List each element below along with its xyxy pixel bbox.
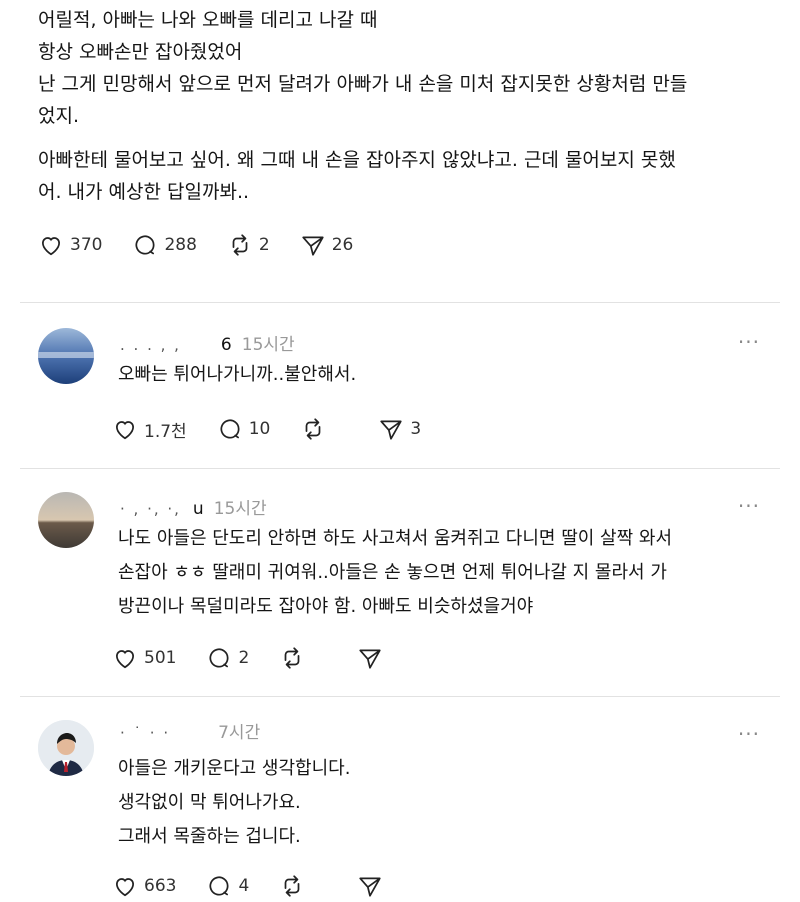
send-icon [302, 236, 324, 256]
repost-count: 2 [258, 235, 270, 255]
username-blurred[interactable]: · , ·, ·, [120, 500, 181, 518]
comment-count: 2 [238, 648, 250, 668]
like-count: 370 [70, 235, 103, 255]
comment-count: 288 [164, 235, 197, 255]
heart-icon [116, 878, 134, 897]
share-count: 26 [331, 235, 354, 255]
post-body: 어릴적, 아빠는 나와 오빠를 데리고 나갈 때 항상 오빠손만 잡아줬었어 난… [38, 4, 778, 208]
like-count: 501 [144, 648, 177, 668]
post-line: 었지. [38, 105, 79, 127]
comment-bubble-icon [220, 419, 240, 439]
send-icon [359, 649, 381, 669]
avatar[interactable] [38, 492, 94, 548]
repost-icon [232, 234, 248, 256]
like-button[interactable]: 370 [38, 232, 102, 258]
repost-button[interactable]: 2 [227, 232, 270, 258]
post-line: 아빠한테 물어보고 싶어. 왜 그때 내 손을 잡아주지 않았냐고. 근데 물어… [38, 149, 676, 171]
post-actions: 370 288 2 26 [38, 232, 383, 258]
like-count: 663 [144, 876, 177, 896]
reply-line: 아들은 개키운다고 생각합니다. [118, 758, 351, 779]
reply-actions: 501 2 [112, 645, 419, 671]
username-blurred[interactable]: . . . , , [120, 336, 181, 354]
comment-button[interactable]: 288 [132, 232, 197, 258]
reply-body: 아들은 개키운다고 생각합니다. 생각없이 막 튀어나가요. 그래서 목줄하는 … [118, 752, 768, 854]
repost-icon [284, 875, 300, 897]
repost-icon [284, 647, 300, 669]
post-line: 항상 오빠손만 잡아줬었어 [38, 41, 243, 63]
comment-count: 10 [248, 419, 271, 439]
heart-icon [116, 650, 134, 669]
post-line: 어릴적, 아빠는 나와 오빠를 데리고 나갈 때 [38, 9, 378, 31]
more-dots-icon[interactable]: ··· [738, 330, 760, 354]
comment-bubble-icon [209, 876, 229, 896]
like-button[interactable]: 501 [112, 645, 176, 671]
more-dots-icon[interactable]: ··· [738, 494, 760, 518]
reply-line: 방끈이나 목덜미라도 잡아야 함. 아빠도 비슷하셨을거야 [118, 596, 534, 617]
reply-line: 손잡아 ㅎㅎ 딸래미 귀여워..아들은 손 놓으면 언제 튀어나갈 지 몰라서 … [118, 562, 667, 583]
username-suffix[interactable]: 6 [221, 335, 232, 355]
like-button[interactable]: 1.7천 [112, 416, 187, 442]
reply-line: 생각없이 막 튀어나가요. [118, 792, 301, 813]
comment-count: 4 [238, 876, 250, 896]
comment-button[interactable]: 10 [217, 416, 271, 442]
heart-icon [42, 237, 60, 256]
like-count: 1.7천 [144, 421, 187, 442]
divider [20, 696, 780, 697]
avatar-image [38, 720, 94, 776]
share-button[interactable]: 26 [300, 232, 354, 258]
reply-line: 그래서 목줄하는 겁니다. [118, 826, 301, 847]
comment-button[interactable]: 2 [206, 645, 249, 671]
reply-line: 나도 아들은 단도리 안하면 하도 사고쳐서 움켜쥐고 다니면 딸이 살짝 와서 [118, 528, 673, 549]
reply-body: 오빠는 튀어나가니까..불안해서. [118, 358, 768, 392]
send-icon [359, 877, 381, 897]
share-button[interactable]: 3 [378, 416, 421, 442]
reply-line: 오빠는 튀어나가니까..불안해서. [118, 364, 357, 385]
repost-button[interactable] [300, 416, 332, 442]
post-line: 어. 내가 예상한 답일까봐.. [38, 181, 250, 203]
comment-button[interactable]: 4 [206, 873, 249, 899]
repost-button[interactable] [279, 645, 311, 671]
repost-icon [305, 418, 321, 440]
avatar-image [38, 328, 94, 384]
reply-actions: 663 4 [112, 873, 419, 899]
heart-icon [116, 421, 134, 440]
comment-bubble-icon [209, 648, 229, 668]
share-button[interactable] [357, 645, 389, 671]
divider [20, 302, 780, 303]
more-dots-icon[interactable]: ··· [738, 722, 760, 746]
reply-meta: . . . , , 6 15시간 [120, 330, 295, 355]
send-icon [380, 420, 402, 440]
divider [20, 468, 780, 469]
comment-bubble-icon [135, 235, 155, 255]
reply-time: 7시간 [218, 723, 261, 743]
reply-actions: 1.7천 10 3 [112, 416, 451, 442]
avatar[interactable] [38, 328, 94, 384]
avatar-image [38, 492, 94, 548]
reply-meta: · ˙ · · 7시간 [120, 718, 260, 743]
post-line: 난 그게 민망해서 앞으로 먼저 달려가 아빠가 내 손을 미처 잡지못한 상황… [38, 73, 688, 95]
reply-time: 15시간 [241, 335, 295, 355]
username-blurred[interactable]: · ˙ · · [120, 724, 170, 742]
reply-time: 15시간 [213, 499, 267, 519]
reply-body: 나도 아들은 단도리 안하면 하도 사고쳐서 움켜쥐고 다니면 딸이 살짝 와서… [118, 522, 768, 624]
repost-button[interactable] [279, 873, 311, 899]
share-count: 3 [410, 419, 422, 439]
reply-meta: · , ·, ·, u 15시간 [120, 494, 267, 519]
avatar[interactable] [38, 720, 94, 776]
share-button[interactable] [357, 873, 389, 899]
username-suffix[interactable]: u [193, 499, 204, 519]
like-button[interactable]: 663 [112, 873, 176, 899]
